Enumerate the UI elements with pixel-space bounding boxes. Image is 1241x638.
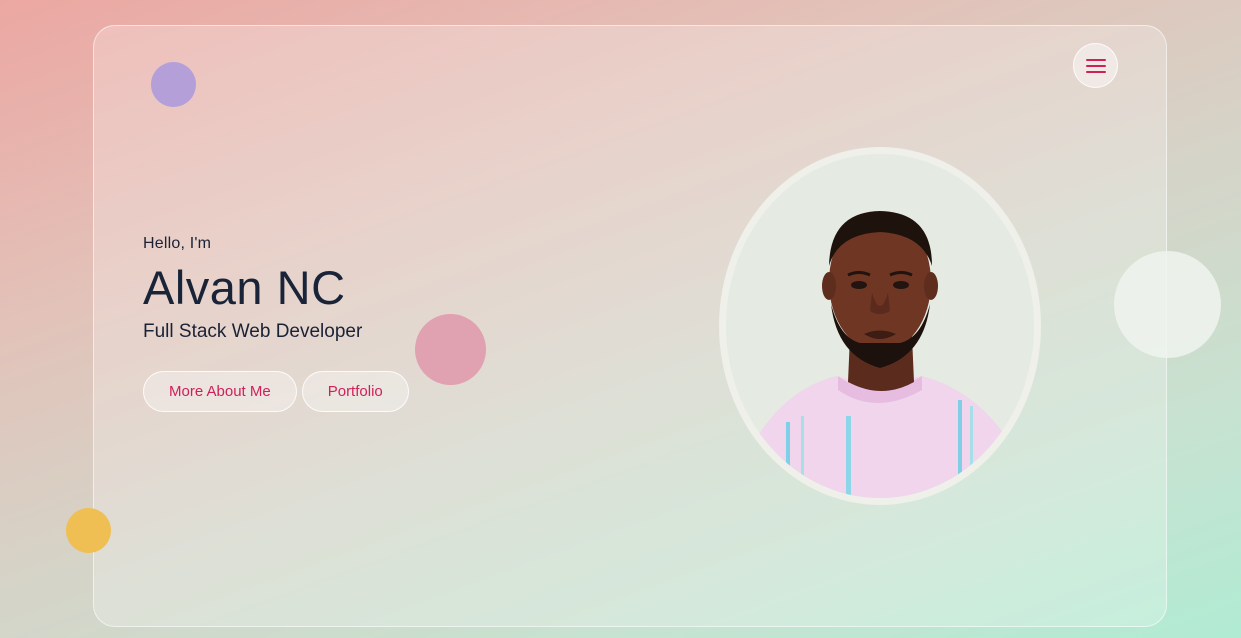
hamburger-menu-icon — [1085, 58, 1106, 73]
profile-photo — [719, 147, 1041, 505]
portfolio-button[interactable]: Portfolio — [301, 371, 409, 413]
more-about-me-button[interactable]: More About Me — [143, 371, 297, 413]
hero-actions: More About Me Portfolio — [143, 371, 409, 413]
decorative-pink-circle — [415, 314, 486, 385]
decorative-white-circle — [1114, 251, 1221, 358]
decorative-yellow-circle — [66, 508, 111, 553]
hero-name: Alvan NC — [143, 261, 346, 314]
profile-portrait-illustration — [726, 154, 1034, 498]
greeting-text: Hello, I'm — [143, 235, 212, 252]
menu-button[interactable] — [1073, 43, 1118, 88]
hero-intro: Hello, I'm Alvan NC Full Stack Web Devel… — [143, 235, 409, 413]
hero-role: Full Stack Web Developer — [143, 321, 363, 343]
decorative-purple-circle — [151, 62, 196, 107]
